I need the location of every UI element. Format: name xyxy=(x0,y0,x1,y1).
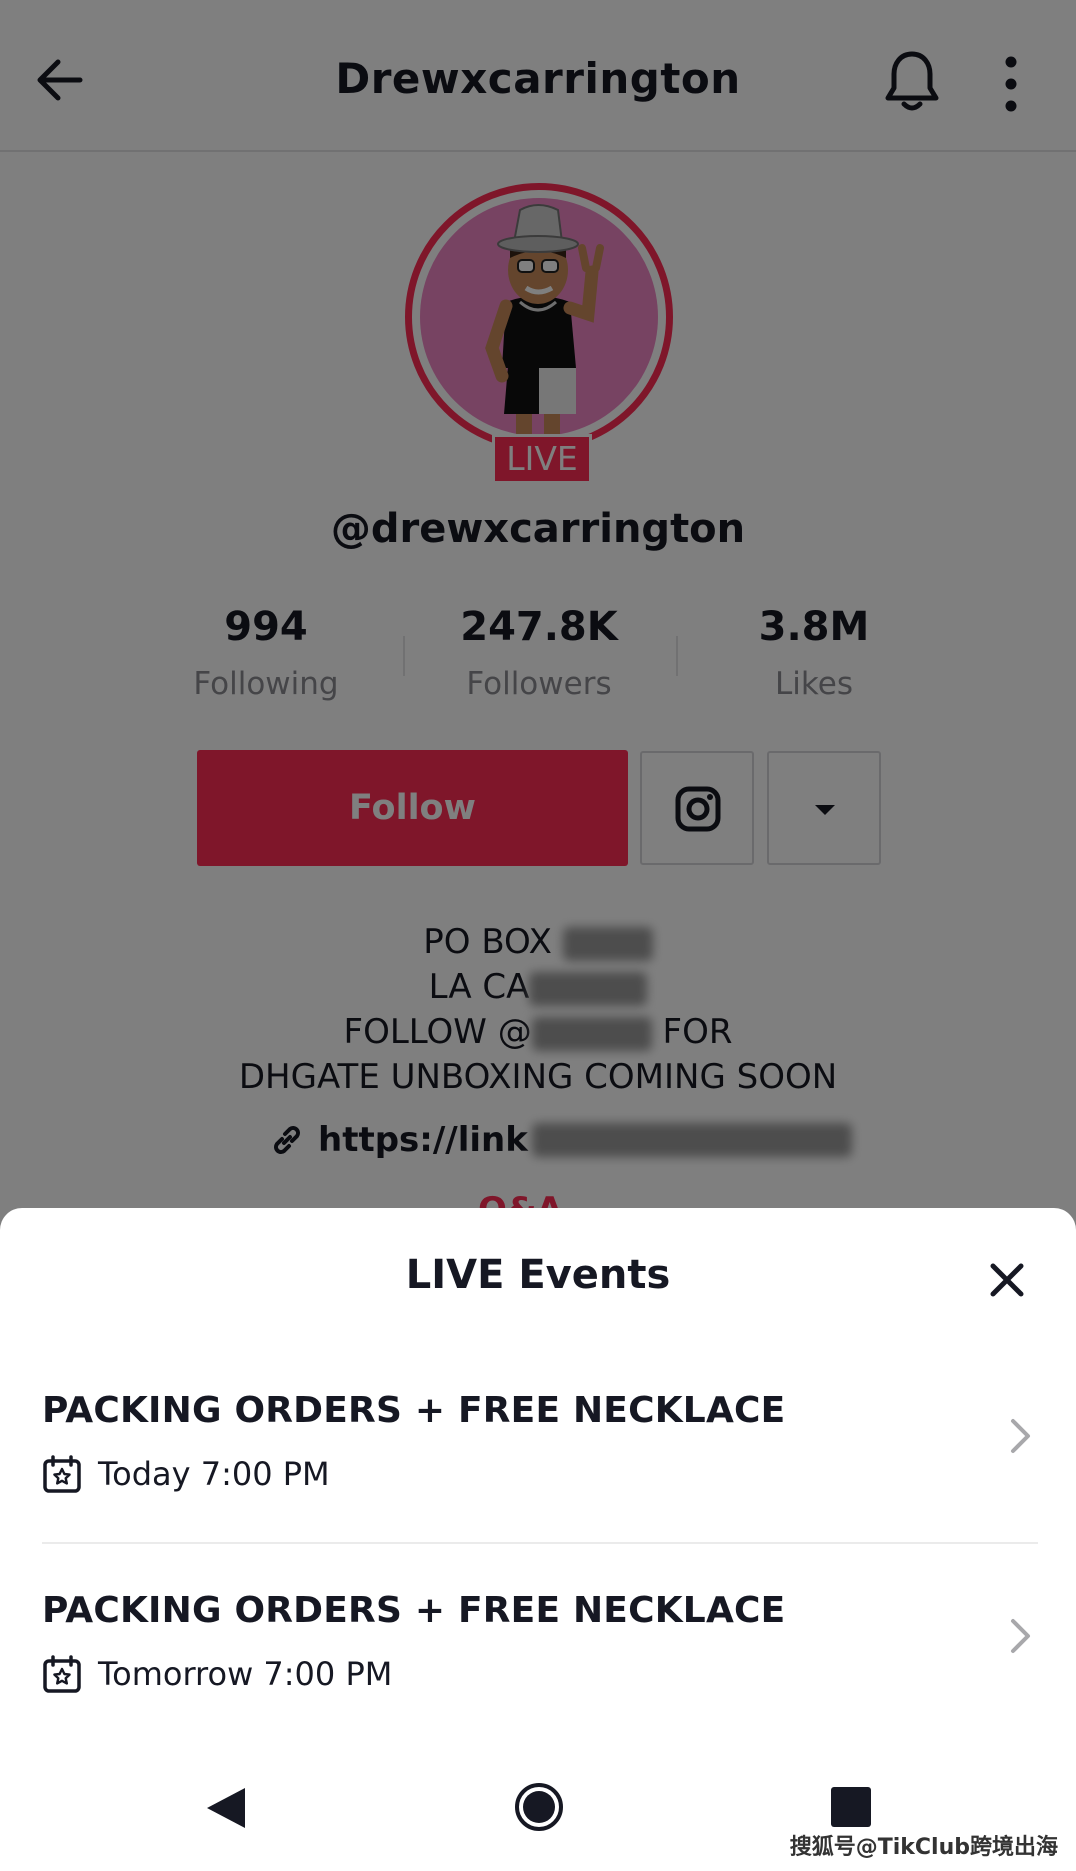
event-title: PACKING ORDERS + FREE NECKLACE xyxy=(42,1590,786,1631)
screen: Drewxcarrington xyxy=(0,0,1076,1871)
nav-home-icon[interactable] xyxy=(514,1782,564,1832)
calendar-star-icon xyxy=(43,1455,81,1493)
close-icon[interactable] xyxy=(987,1260,1027,1300)
event-time: Tomorrow 7:00 PM xyxy=(98,1655,393,1693)
calendar-star-icon xyxy=(43,1655,81,1693)
nav-back-icon[interactable] xyxy=(203,1784,249,1832)
divider xyxy=(42,1542,1038,1544)
nav-recents-icon[interactable] xyxy=(830,1786,872,1828)
system-nav-bar: 搜狐号@TikClub跨境出海 xyxy=(0,1760,1076,1871)
event-time: Today 7:00 PM xyxy=(98,1455,330,1493)
chevron-right-icon xyxy=(1011,1619,1030,1653)
watermark: 搜狐号@TikClub跨境出海 xyxy=(789,1835,1058,1860)
sheet-title: LIVE Events xyxy=(405,1252,671,1298)
live-event-item[interactable]: PACKING ORDERS + FREE NECKLACE Tomorrow … xyxy=(0,1590,1076,1780)
event-title: PACKING ORDERS + FREE NECKLACE xyxy=(42,1390,786,1431)
live-event-item[interactable]: PACKING ORDERS + FREE NECKLACE Today 7:0… xyxy=(0,1390,1076,1580)
event-time-row: Today 7:00 PM xyxy=(42,1454,330,1494)
chevron-right-icon xyxy=(1011,1419,1030,1453)
event-time-row: Tomorrow 7:00 PM xyxy=(42,1654,392,1694)
